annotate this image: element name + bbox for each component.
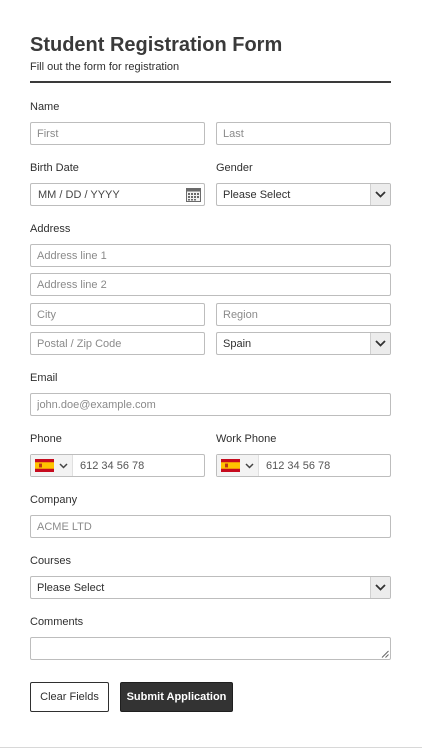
spain-flag-icon [221,459,240,472]
courses-selected-value: Please Select [37,581,105,594]
gender-label: Gender [216,162,253,174]
header-divider [30,81,391,83]
chevron-down-icon [370,333,390,354]
name-label: Name [30,101,60,113]
spain-flag-icon [35,459,54,472]
courses-select[interactable]: Please Select [30,576,391,599]
phone-label: Phone [30,433,62,445]
chevron-down-icon [370,184,390,205]
chevron-down-icon [370,577,390,598]
company-label: Company [30,494,78,506]
work-phone-input[interactable]: 612 34 56 78 [216,454,391,477]
submit-application-button[interactable]: Submit Application [120,682,233,712]
address-label: Address [30,223,71,235]
email-label: Email [30,372,58,384]
country-selected-value: Spain [223,337,252,350]
gender-select[interactable]: Please Select [216,183,391,206]
address-line1-input[interactable] [30,244,391,267]
chevron-down-icon [245,462,254,469]
country-select[interactable]: Spain [216,332,391,355]
zip-code-input[interactable] [30,332,205,355]
birth-date-placeholder: MM / DD / YYYY [38,188,120,201]
birth-date-label: Birth Date [30,162,79,174]
email-input[interactable] [30,393,391,416]
last-name-input[interactable] [216,122,391,145]
resize-handle-icon[interactable] [381,650,389,658]
birth-date-input[interactable]: MM / DD / YYYY [30,183,205,206]
gender-selected-value: Please Select [223,188,291,201]
phone-placeholder: 612 34 56 78 [80,459,145,472]
clear-fields-button[interactable]: Clear Fields [30,682,109,712]
form-title: Student Registration Form [30,34,283,56]
courses-label: Courses [30,555,71,567]
company-input[interactable] [30,515,391,538]
comments-label: Comments [30,616,84,628]
form-subtitle: Fill out the form for registration [30,61,180,73]
phone-input[interactable]: 612 34 56 78 [30,454,205,477]
chevron-down-icon [59,462,68,469]
work-phone-placeholder: 612 34 56 78 [266,459,331,472]
country-code-dropdown[interactable] [217,455,259,476]
address-line2-input[interactable] [30,273,391,296]
city-input[interactable] [30,303,205,326]
country-code-dropdown[interactable] [31,455,73,476]
work-phone-label: Work Phone [216,433,277,445]
comments-textarea[interactable] [30,637,391,660]
footer-divider [0,747,422,748]
first-name-input[interactable] [30,122,205,145]
calendar-icon[interactable] [186,187,201,202]
region-input[interactable] [216,303,391,326]
